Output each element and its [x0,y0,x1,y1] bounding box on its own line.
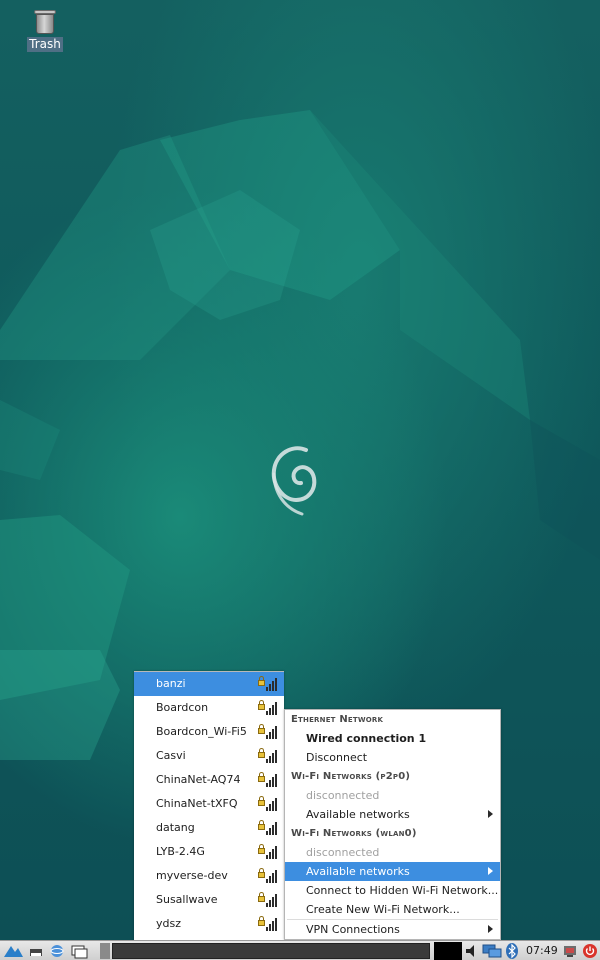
trash-label: Trash [27,37,63,52]
show-desktop-icon[interactable] [70,943,88,959]
submenu-arrow-icon [488,810,493,818]
wifi-network-item[interactable]: ChinaNet-tXFQ [134,792,284,816]
wifi-ssid-label: Casvi [156,749,186,762]
wifi-wlan0-header: Wi-Fi Networks (wlan0) [291,828,417,839]
wifi-network-item[interactable]: myverse-dev [134,864,284,888]
lock-icon [258,700,265,710]
taskbar-spacer [100,943,110,959]
bluetooth-icon[interactable] [505,943,519,959]
power-icon[interactable] [582,943,598,959]
lock-icon [258,892,265,902]
wifi-network-item[interactable]: banzi [134,672,284,696]
clock[interactable]: 07:49 [526,941,558,960]
wifi-network-item[interactable]: Casvi [134,744,284,768]
wifi-signal-lock-icon [258,892,278,908]
wifi-signal-lock-icon [258,724,278,740]
lock-screen-icon[interactable] [562,943,578,959]
wifi-signal-lock-icon [258,700,278,716]
p2p0-available-networks-item[interactable]: Available networks [285,805,500,824]
wifi-ssid-label: LYB-2.4G [156,845,205,858]
lock-icon [258,748,265,758]
wifi-ssid-label: datang [156,821,195,834]
p2p0-status: disconnected [306,789,380,802]
wifi-network-item[interactable]: datang [134,816,284,840]
signal-strength-icon [266,798,278,811]
network-manager-menu: Ethernet Network Wired connection 1 Disc… [284,709,501,940]
signal-strength-icon [266,678,278,691]
wifi-ssid-label: ydsz [156,917,181,930]
taskbar: 07:49 [0,940,600,960]
signal-strength-icon [266,918,278,931]
wifi-network-item[interactable]: Boardcon_Wi-Fi5 [134,720,284,744]
signal-strength-icon [266,774,278,787]
wifi-ssid-label: Boardcon_Wi-Fi5 [156,725,247,738]
wired-connection-item[interactable]: Wired connection 1 [285,729,500,748]
app-menu-icon[interactable] [2,943,24,959]
signal-strength-icon [266,894,278,907]
lock-icon [258,868,265,878]
file-manager-icon[interactable] [28,943,44,959]
lock-icon [258,676,265,686]
trash-desktop-icon[interactable]: Trash [26,8,64,52]
wifi-ssid-label: ChinaNet-AQ74 [156,773,241,786]
wifi-signal-lock-icon [258,772,278,788]
debian-swirl-logo [271,446,317,516]
create-new-wifi-item[interactable]: Create New Wi-Fi Network... [285,900,500,919]
lock-icon [258,916,265,926]
taskbar-tray-block [434,942,462,960]
signal-strength-icon [266,870,278,883]
signal-strength-icon [266,822,278,835]
wifi-network-item[interactable]: Susallwave [134,888,284,912]
wlan0-available-label: Available networks [306,865,410,878]
wifi-signal-lock-icon [258,916,278,932]
vpn-connections-item[interactable]: VPN Connections [285,920,500,939]
wifi-networks-submenu: banzi Boardcon Boardcon_Wi-Fi5 Casvi ChinaNe… [134,671,284,941]
taskbar-window-area[interactable] [112,943,430,959]
wifi-network-item[interactable]: ydsz [134,912,284,936]
wifi-ssid-label: myverse-dev [156,869,228,882]
wifi-signal-lock-icon [258,820,278,836]
signal-strength-icon [266,846,278,859]
signal-strength-icon [266,750,278,763]
network-icon[interactable] [482,943,502,959]
wifi-signal-lock-icon [258,844,278,860]
connect-hidden-wifi-item[interactable]: Connect to Hidden Wi-Fi Network... [285,881,500,900]
lock-icon [258,796,265,806]
wifi-network-item[interactable]: LYB-2.4G [134,840,284,864]
signal-strength-icon [266,702,278,715]
wifi-ssid-label: ChinaNet-tXFQ [156,797,238,810]
vpn-connections-label: VPN Connections [306,923,400,936]
wifi-ssid-label: Susallwave [156,893,218,906]
wifi-ssid-label: Boardcon [156,701,209,714]
trash-icon [34,8,56,34]
wifi-signal-lock-icon [258,868,278,884]
wifi-network-item[interactable]: Boardcon [134,696,284,720]
lock-icon [258,724,265,734]
lock-icon [258,772,265,782]
submenu-arrow-icon [488,867,493,875]
lock-icon [258,820,265,830]
wifi-signal-lock-icon [258,676,278,692]
signal-strength-icon [266,726,278,739]
wlan0-available-networks-item[interactable]: Available networks [285,862,500,881]
wlan0-status: disconnected [306,846,380,859]
wifi-signal-lock-icon [258,748,278,764]
p2p0-available-label: Available networks [306,808,410,821]
submenu-arrow-icon [488,925,493,933]
wifi-network-item[interactable]: ChinaNet-AQ74 [134,768,284,792]
lock-icon [258,844,265,854]
wifi-signal-lock-icon [258,796,278,812]
disconnect-item[interactable]: Disconnect [285,748,500,767]
volume-icon[interactable] [464,943,478,959]
wifi-p2p0-header: Wi-Fi Networks (p2p0) [291,771,411,782]
wifi-ssid-label: banzi [156,677,186,690]
web-browser-icon[interactable] [48,943,66,959]
ethernet-network-header: Ethernet Network [291,714,384,725]
